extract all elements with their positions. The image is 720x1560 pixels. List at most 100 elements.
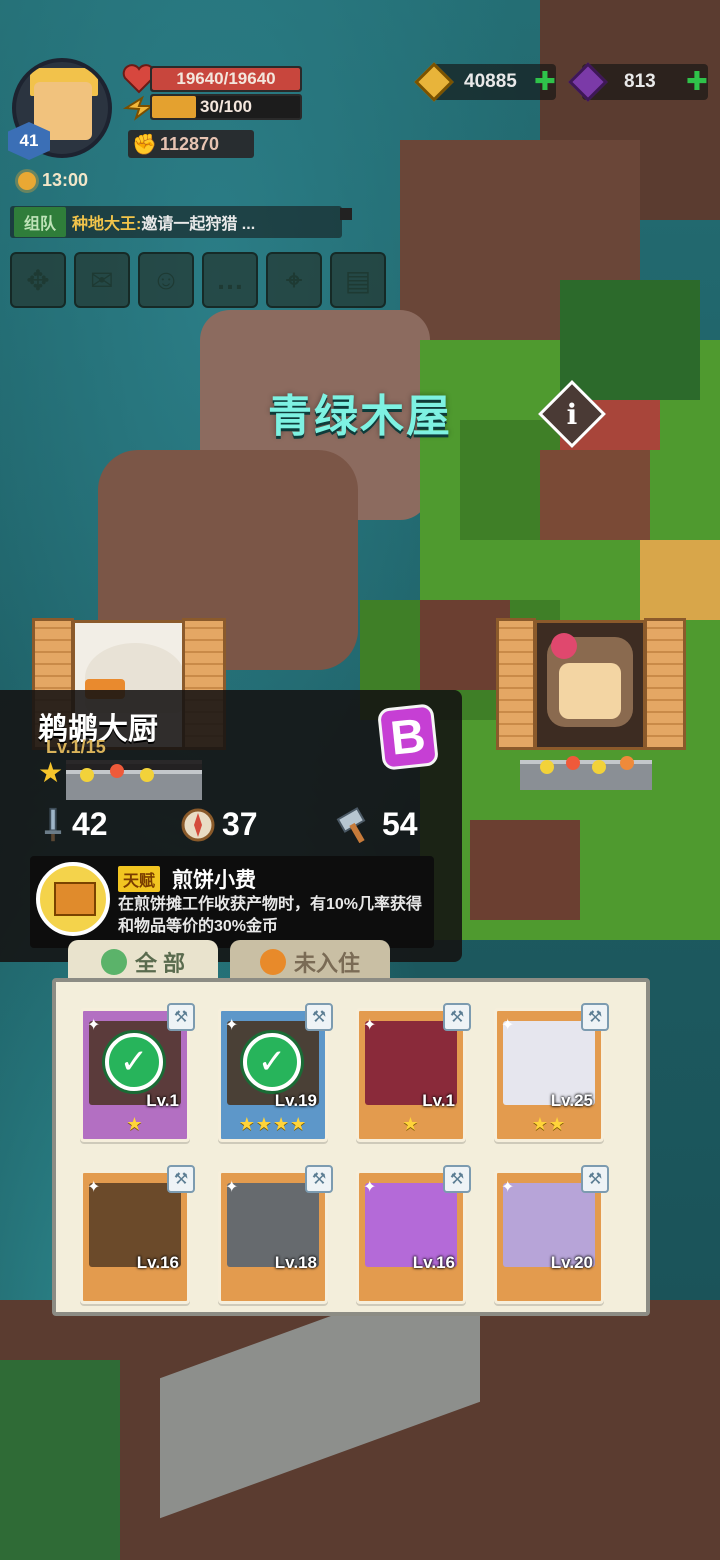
chef-card[interactable]: ⚒ ✦ Lv.16 [80, 1165, 195, 1304]
hp-text: 19640/19640 [176, 69, 276, 88]
chef-grade-badge: B [376, 703, 440, 771]
chef-card-stars: ★ [126, 1114, 144, 1134]
grass-field [0, 1360, 120, 1560]
talent-description: 在煎饼摊工作收获产物时，有10%几率获得和物品等价的30%金币 [118, 896, 423, 935]
map-expand-icon[interactable]: ✥ [10, 252, 66, 308]
hammer-icon: ⚒ [167, 1165, 195, 1193]
chef-card-level: Lv.19 [274, 1091, 317, 1110]
tab-unassigned-icon [259, 949, 286, 975]
attack-stat: 42 [40, 806, 108, 843]
chef-card[interactable]: ⚒ ✦ ✓ Lv.1 ★ [80, 1003, 195, 1142]
window-shutter-left [496, 618, 536, 750]
talent-pancake-stall-icon [36, 862, 110, 936]
game-clock: 13:00 [18, 170, 88, 191]
stamina-text: 30/100 [200, 97, 252, 116]
chef-card[interactable]: ⚒ ✦ Lv.1 ★ [356, 1003, 471, 1142]
hut[interactable] [470, 820, 580, 920]
window-shutter-right [644, 618, 686, 750]
tab-all-label: 全 部 [134, 951, 186, 976]
gem-amount: 813 [624, 71, 656, 92]
tab-unassigned-label: 未入住 [293, 951, 360, 976]
check-icon: ✓ [105, 1033, 163, 1091]
tool-type-icon: ✦ [501, 1017, 515, 1034]
chef-card-stars: ★★★★ [238, 1114, 308, 1134]
chef-card[interactable]: ⚒ ✦ Lv.25 ★★ [494, 1003, 609, 1142]
hammer-icon: ⚒ [167, 1003, 195, 1031]
flower [620, 756, 634, 770]
info-icon[interactable]: i [548, 390, 596, 438]
flower [566, 756, 580, 770]
chat-collapse-icon[interactable] [340, 208, 352, 220]
tool-type-icon: ✦ [363, 1017, 377, 1034]
flower-hair-icon [551, 633, 577, 659]
speed-value: 37 [222, 806, 258, 842]
craft-value: 54 [382, 806, 418, 842]
quest-board-icon[interactable]: ▤ [330, 252, 386, 308]
friends-icon[interactable]: ☺ [138, 252, 194, 308]
flower [140, 768, 154, 782]
hammer-icon: ⚒ [581, 1003, 609, 1031]
chat-message: 邀请一起狩猎 ... [141, 216, 256, 233]
hammer-icon: ⚒ [443, 1165, 471, 1193]
hammer-icon [336, 806, 366, 843]
tool-type-icon: ✦ [363, 1179, 377, 1196]
chef-card[interactable]: ⚒ ✦ Lv.18 [218, 1165, 333, 1304]
talent-name: 煎饼小费 [172, 869, 256, 892]
chat-icon[interactable]: … [202, 252, 258, 308]
hp-bar: 19640/19640 [150, 66, 302, 92]
combat-power: ✊ 112870 [128, 130, 254, 158]
chat-channel-tag: 组队 [14, 207, 67, 237]
map-pin-icon[interactable]: ⌖ [266, 252, 322, 308]
flower [80, 768, 94, 782]
add-gold-plus-icon[interactable]: ✚ [534, 68, 556, 94]
compass-icon [181, 808, 215, 841]
tool-type-icon: ✦ [87, 1179, 101, 1196]
stall-icon-shape [54, 882, 96, 916]
fist-icon: ✊ [132, 134, 157, 156]
chef-card[interactable]: ⚒ ✦ Lv.16 [356, 1165, 471, 1304]
combat-power-value: 112870 [160, 133, 220, 154]
chat-ticker[interactable]: 组队 种地大王: 邀请一起狩猎 ... [10, 206, 342, 238]
chef-card-level: Lv.16 [136, 1253, 179, 1272]
chef-card-level: Lv.1 [146, 1091, 179, 1110]
sun-icon [18, 171, 36, 190]
flower [540, 760, 554, 774]
sword-icon [44, 807, 62, 841]
hay-block [640, 540, 720, 620]
chef-card[interactable]: ⚒ ✦ ✓ Lv.19 ★★★★ [218, 1003, 333, 1142]
chef-card-level: Lv.16 [412, 1253, 455, 1272]
clock-time: 13:00 [42, 170, 89, 190]
gold-amount: 40885 [464, 71, 517, 92]
flower [592, 760, 606, 774]
hammer-icon: ⚒ [443, 1003, 471, 1031]
tool-type-icon: ✦ [501, 1179, 515, 1196]
chat-sender: 种地大王: [72, 216, 142, 233]
talent-tag: 天赋 [118, 866, 161, 892]
tool-type-icon: ✦ [225, 1017, 239, 1034]
hammer-icon: ⚒ [305, 1165, 333, 1193]
chef-card[interactable]: ⚒ ✦ Lv.20 [494, 1165, 609, 1304]
mail-icon[interactable]: ✉ [74, 252, 130, 308]
chef-card-level: Lv.18 [274, 1253, 317, 1272]
flower [110, 764, 124, 778]
cabin[interactable] [540, 450, 650, 540]
hammer-icon: ⚒ [305, 1003, 333, 1031]
chef-window-right[interactable] [534, 620, 646, 750]
chef-card-level: Lv.20 [550, 1253, 593, 1272]
chef-star-rating: ★ [38, 757, 64, 788]
check-icon: ✓ [243, 1033, 301, 1091]
hammer-icon: ⚒ [581, 1165, 609, 1193]
location-title: 青绿木屋 [268, 392, 452, 441]
chef-card-stars: ★ [402, 1114, 420, 1134]
add-gem-plus-icon[interactable]: ✚ [686, 68, 708, 94]
craft-stat: 54 [336, 806, 418, 843]
chef-card-level: Lv.1 [422, 1091, 455, 1110]
tool-type-icon: ✦ [225, 1179, 239, 1196]
chef-card-stars: ★★ [531, 1114, 567, 1134]
cat-chef-face [559, 663, 621, 719]
stamina-bar: 30/100 [150, 94, 302, 120]
tab-all-icon [100, 949, 127, 975]
chef-level: Lv.1/15 [46, 737, 106, 757]
chef-card-level: Lv.25 [550, 1091, 593, 1110]
attack-value: 42 [72, 806, 108, 842]
